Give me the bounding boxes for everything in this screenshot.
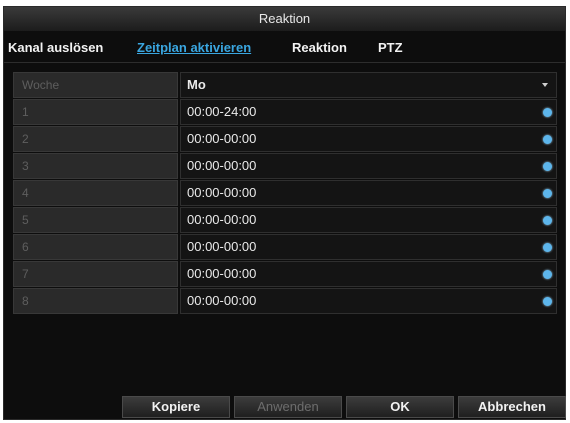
edit-dot-icon[interactable] xyxy=(543,108,552,117)
edit-dot-icon[interactable] xyxy=(543,216,552,225)
day-label: Woche xyxy=(13,72,178,98)
period-time-field[interactable]: 00:00-00:00 xyxy=(180,126,557,152)
reaction-dialog: Reaktion Kanal auslösen Zeitplan aktivie… xyxy=(3,6,566,420)
period-time: 00:00-00:00 xyxy=(187,293,257,308)
period-time-field[interactable]: 00:00-00:00 xyxy=(180,261,557,287)
schedule-row: 6 00:00-00:00 xyxy=(13,234,557,260)
tab-kanal-ausloesen[interactable]: Kanal auslösen xyxy=(8,35,103,61)
tab-reaktion[interactable]: Reaktion xyxy=(292,35,347,61)
edit-dot-icon[interactable] xyxy=(543,297,552,306)
period-time-field[interactable]: 00:00-00:00 xyxy=(180,153,557,179)
period-time-field[interactable]: 00:00-00:00 xyxy=(180,288,557,314)
schedule-row: 3 00:00-00:00 xyxy=(13,153,557,179)
tab-divider xyxy=(4,62,565,63)
period-index: 1 xyxy=(13,99,178,125)
cancel-button[interactable]: Abbrechen xyxy=(458,396,566,418)
tab-bar: Kanal auslösen Zeitplan aktivieren Reakt… xyxy=(4,35,565,61)
period-index: 4 xyxy=(13,180,178,206)
edit-dot-icon[interactable] xyxy=(543,243,552,252)
period-time: 00:00-00:00 xyxy=(187,185,257,200)
period-index: 8 xyxy=(13,288,178,314)
edit-dot-icon[interactable] xyxy=(543,162,552,171)
dialog-title: Reaktion xyxy=(4,7,565,31)
period-time: 00:00-00:00 xyxy=(187,158,257,173)
edit-dot-icon[interactable] xyxy=(543,270,552,279)
schedule-row: 1 00:00-24:00 xyxy=(13,99,557,125)
period-time-field[interactable]: 00:00-00:00 xyxy=(180,207,557,233)
day-select-value: Mo xyxy=(187,77,206,92)
period-index: 6 xyxy=(13,234,178,260)
period-time-field[interactable]: 00:00-24:00 xyxy=(180,99,557,125)
day-select-row: Woche Mo xyxy=(13,72,557,98)
period-time: 00:00-00:00 xyxy=(187,239,257,254)
edit-dot-icon[interactable] xyxy=(543,189,552,198)
day-select[interactable]: Mo xyxy=(180,72,557,98)
schedule-row: 5 00:00-00:00 xyxy=(13,207,557,233)
period-time: 00:00-00:00 xyxy=(187,131,257,146)
period-time-field[interactable]: 00:00-00:00 xyxy=(180,180,557,206)
period-time: 00:00-00:00 xyxy=(187,212,257,227)
apply-button[interactable]: Anwenden xyxy=(234,396,342,418)
period-index: 3 xyxy=(13,153,178,179)
schedule-row: 4 00:00-00:00 xyxy=(13,180,557,206)
copy-button[interactable]: Kopiere xyxy=(122,396,230,418)
schedule-row: 8 00:00-00:00 xyxy=(13,288,557,314)
ok-button[interactable]: OK xyxy=(346,396,454,418)
schedule-row: 2 00:00-00:00 xyxy=(13,126,557,152)
schedule-row: 7 00:00-00:00 xyxy=(13,261,557,287)
tab-ptz[interactable]: PTZ xyxy=(378,35,403,61)
period-time: 00:00-24:00 xyxy=(187,104,257,119)
button-bar: Kopiere Anwenden OK Abbrechen xyxy=(4,396,566,420)
period-time: 00:00-00:00 xyxy=(187,266,257,281)
period-index: 2 xyxy=(13,126,178,152)
period-index: 7 xyxy=(13,261,178,287)
tab-zeitplan-aktivieren[interactable]: Zeitplan aktivieren xyxy=(137,35,251,61)
period-time-field[interactable]: 00:00-00:00 xyxy=(180,234,557,260)
chevron-down-icon[interactable] xyxy=(542,83,548,87)
period-index: 5 xyxy=(13,207,178,233)
schedule-grid: Woche Mo 1 00:00-24:00 2 00:00-00:00 3 0… xyxy=(13,72,557,315)
edit-dot-icon[interactable] xyxy=(543,135,552,144)
